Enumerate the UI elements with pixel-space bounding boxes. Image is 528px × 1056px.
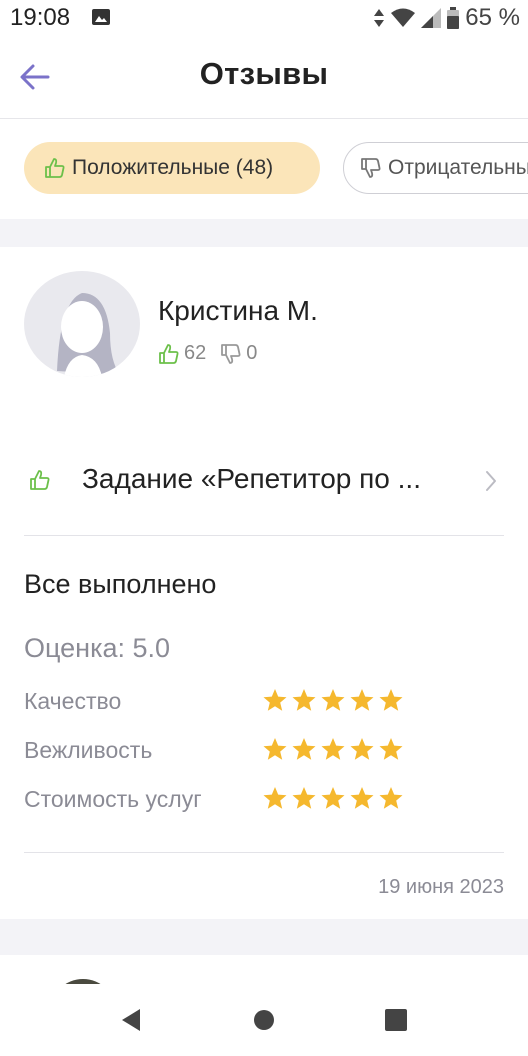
thumb-down-icon [361, 158, 381, 178]
status-time: 19:08 [10, 4, 71, 31]
gallery-notification-icon [92, 9, 110, 25]
avatar[interactable] [24, 271, 140, 377]
divider [24, 852, 504, 853]
filter-negative-label: Отрицательные [388, 156, 528, 179]
star-icon [321, 689, 345, 711]
reviewer-name[interactable]: Кристина М. [158, 295, 318, 327]
star-icon [321, 787, 345, 809]
star-icon [292, 738, 316, 760]
nav-recents-icon[interactable] [385, 1008, 407, 1032]
review-comment: Все выполнено [24, 569, 217, 599]
thumb-up-icon [159, 343, 179, 364]
nav-home-icon[interactable] [253, 1008, 275, 1032]
star-icon [263, 689, 287, 711]
star-icon [263, 738, 287, 760]
top-bar: Отзывы [0, 38, 528, 119]
rating-stars [262, 737, 404, 761]
star-icon [350, 738, 374, 760]
status-icons: 65 % [373, 4, 520, 32]
star-icon [263, 787, 287, 809]
chevron-right-icon [486, 471, 496, 491]
review-date: 19 июня 2023 [378, 876, 504, 898]
task-link[interactable]: Задание «Репетитор по ... [0, 447, 528, 517]
rating-stars [262, 786, 404, 810]
thumb-up-icon [30, 470, 50, 490]
default-avatar-icon [57, 293, 120, 377]
criteria-label: Стоимость услуг [24, 786, 202, 812]
rating-stars [262, 688, 404, 712]
filter-positive-label: Положительные (48) [72, 156, 274, 179]
filter-positive-chip[interactable]: Положительные (48) [24, 142, 320, 194]
nav-back-icon[interactable] [120, 1008, 142, 1032]
star-icon [292, 787, 316, 809]
divider [24, 535, 504, 536]
star-icon [321, 738, 345, 760]
criteria-label: Качество [24, 688, 122, 714]
star-icon [379, 787, 403, 809]
battery-percent: 65 % [465, 4, 520, 31]
filter-bar: Положительные (48) Отрицательные [0, 119, 528, 219]
star-icon [379, 689, 403, 711]
star-icon [379, 738, 403, 760]
star-icon [350, 689, 374, 711]
system-nav-bar [0, 984, 528, 1056]
star-icon [350, 787, 374, 809]
wifi-icon [391, 8, 416, 27]
status-bar: 19:08 65 % [0, 0, 528, 38]
dislikes-count: 0 [246, 342, 258, 364]
task-title: Задание «Репетитор по ... [82, 463, 421, 494]
star-icon [292, 689, 316, 711]
battery-icon [447, 7, 460, 29]
review-card: Кристина М. 62 0 Задание «Репетитор по .… [0, 247, 528, 919]
thumb-up-icon [45, 158, 65, 178]
review-score: Оценка: 5.0 [24, 633, 171, 663]
criteria-label: Вежливость [24, 737, 153, 763]
likes-count: 62 [184, 342, 207, 364]
filter-negative-chip[interactable]: Отрицательные [343, 142, 528, 194]
data-arrows-icon [374, 9, 385, 27]
reviewer-votes: 62 0 [158, 342, 271, 365]
page-title: Отзывы [199, 56, 329, 91]
thumb-down-icon [221, 343, 241, 364]
signal-icon [421, 8, 442, 28]
